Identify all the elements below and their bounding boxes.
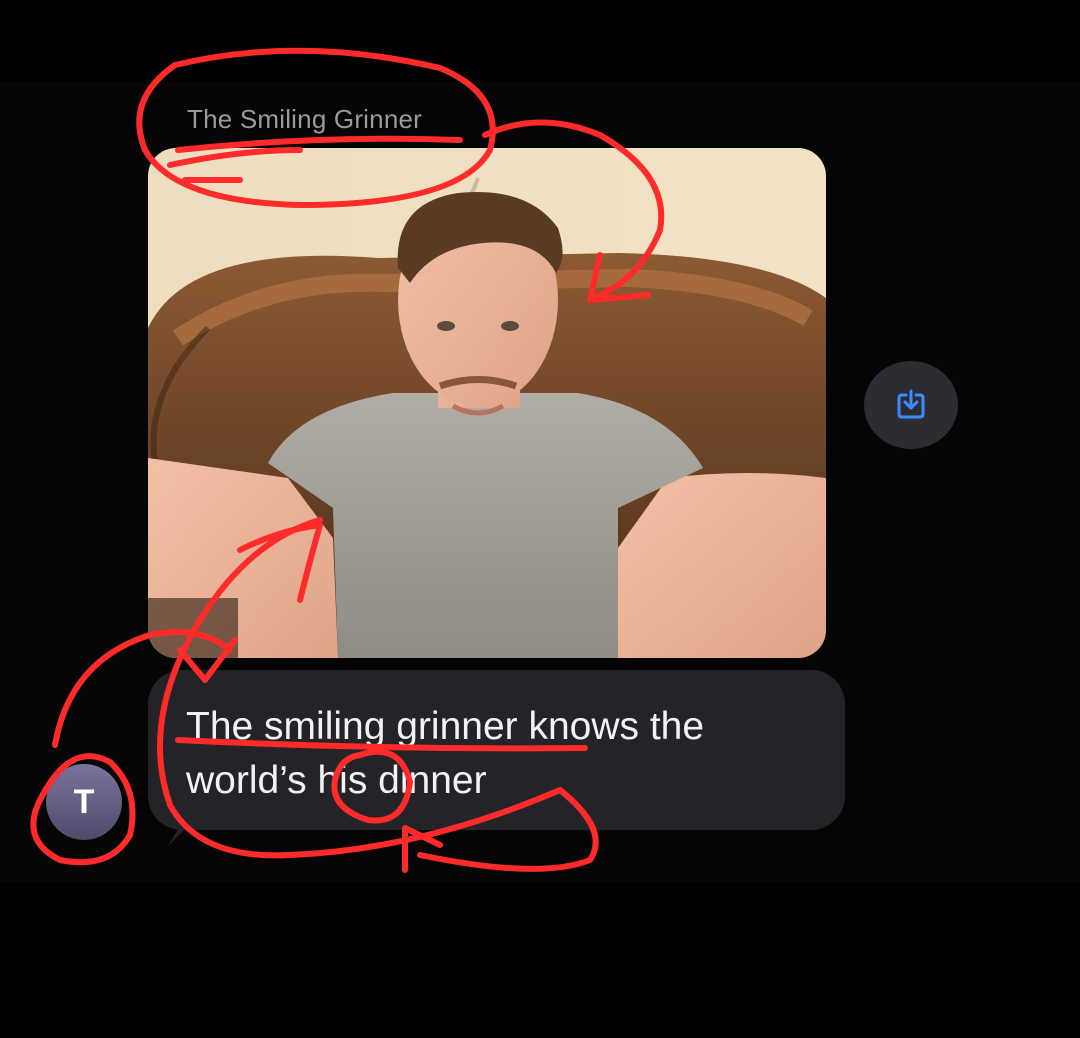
shared-photo[interactable] [148,148,826,658]
sender-name: The Smiling Grinner [187,104,422,134]
message-text: The smiling grinner knows the world’s hi… [186,705,705,802]
selfie-image [148,148,826,658]
avatar[interactable]: T [46,764,122,840]
message-bubble[interactable]: The smiling grinner knows the world’s hi… [148,670,845,830]
save-photo-button[interactable] [864,361,958,449]
avatar-initial: T [73,782,95,821]
download-icon [897,389,925,419]
chat-screen: The Smiling Grinner The smiling grinner … [0,0,1080,1038]
